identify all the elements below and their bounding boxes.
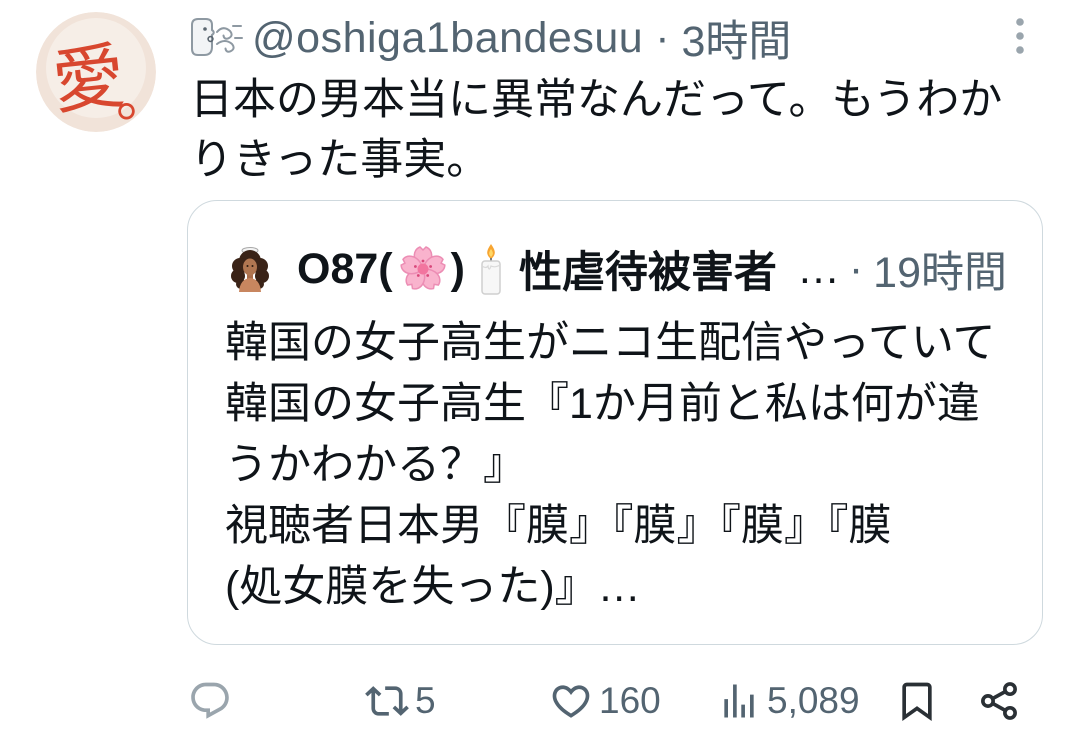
quote-time-group: · 19時間: [849, 238, 1007, 300]
bookmark-button[interactable]: [895, 676, 939, 726]
quote-text-line: 韓国の女子高生がニコ生配信やっていて: [225, 319, 996, 367]
quote-author-name-prefix: O87(: [297, 244, 393, 293]
name-truncation-ellipsis: …: [796, 244, 840, 293]
header-separator: ·: [655, 13, 670, 62]
candle-icon: [481, 244, 501, 295]
tweet-text-line: 日本の男本当に異常なんだって。もうわか: [190, 76, 1003, 124]
retweet-icon[interactable]: [365, 679, 409, 723]
quote-text-line: うかわかる？』: [225, 441, 526, 489]
retweet-button[interactable]: 5: [365, 676, 436, 726]
like-count: 160: [599, 680, 661, 721]
quote-text-line: 視聴者日本男『膜』『膜』『膜』『膜: [225, 502, 892, 550]
bookmark-icon[interactable]: [895, 679, 939, 723]
quote-header: O87() 性虐待被害者 … · 19時間: [227, 243, 1007, 297]
views-button[interactable]: 5,089: [717, 676, 860, 726]
author-handle[interactable]: @oshiga1bandesuu: [252, 14, 643, 63]
tweet-header: @oshiga1bandesuu · 3時間: [188, 12, 791, 66]
quote-text-line: (処女膜を失った)』…: [225, 563, 641, 611]
retweet-count: 5: [415, 680, 436, 721]
like-button[interactable]: 160: [549, 676, 661, 726]
tweet-text: 日本の男本当に異常なんだって。もうわか りきった事実。: [190, 70, 1060, 190]
tweet[interactable]: 愛 。 @oshiga1bandesuu · 3時間 日本の男本当に異常なんだっ…: [0, 0, 1080, 750]
share-icon[interactable]: [977, 679, 1021, 723]
quote-tweet-card[interactable]: O87() 性虐待被害者 … · 19時間 韓国の女子高生がニコ生配信やってい…: [187, 200, 1043, 645]
heart-icon[interactable]: [549, 679, 593, 723]
quote-author-avatar: [231, 247, 269, 292]
quote-author-name-paren: ): [450, 244, 465, 293]
more-vertical-icon[interactable]: [1007, 14, 1033, 58]
quote-author-name: O87() 性虐待被害者: [297, 238, 777, 300]
reply-button[interactable]: [188, 676, 232, 726]
quote-timestamp: 19時間: [873, 249, 1007, 297]
wind-face-icon[interactable]: [188, 16, 244, 60]
quote-author-name-main: 性虐待被害者: [518, 249, 777, 297]
views-icon[interactable]: [717, 679, 761, 723]
reply-icon[interactable]: [188, 679, 232, 723]
tweet-action-bar: 5 160 5,089: [0, 676, 1080, 726]
avatar-mark: 。: [116, 66, 156, 129]
author-avatar[interactable]: 愛 。: [36, 12, 156, 132]
avatar-image: 愛 。: [36, 12, 156, 132]
views-count: 5,089: [767, 680, 860, 721]
tweet-text-line: りきった事実。: [190, 136, 490, 184]
quote-text: 韓国の女子高生がニコ生配信やっていて 韓国の女子高生『1か月前と私は何が違 うか…: [225, 313, 1025, 618]
quote-text-line: 韓国の女子高生『1か月前と私は何が違: [225, 380, 980, 428]
quote-header-separator: ·: [848, 244, 864, 293]
share-button[interactable]: [977, 676, 1021, 726]
cherry-blossom-icon: [399, 246, 446, 290]
tweet-timestamp[interactable]: 3時間: [682, 7, 792, 69]
